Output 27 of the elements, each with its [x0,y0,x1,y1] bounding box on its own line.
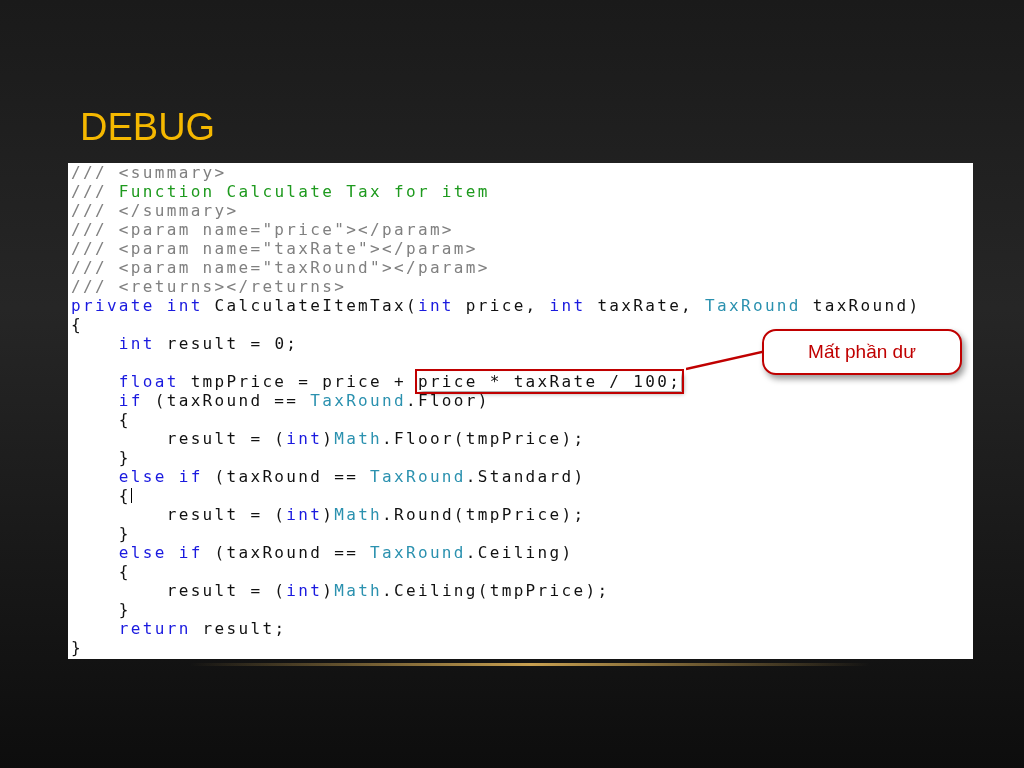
code-line: /// </summary> [71,201,239,220]
code-line: { [71,315,83,334]
code-line: } [117,524,131,543]
code-line: } [71,638,83,657]
code-line: else if (taxRound == TaxRound.Standard) [117,467,586,486]
callout-label: Mất phần dư [762,329,962,375]
code-line: int result = 0; [117,334,299,353]
code-line: else if (taxRound == TaxRound.Ceiling) [117,543,574,562]
code-line: } [117,600,131,619]
code-line: /// <param name="taxRate"></param> [71,239,478,258]
code-line: { [117,410,131,429]
code-line: float tmpPrice = price + price * taxRate / 100; [71,372,682,391]
code-line: } [117,448,131,467]
code-line: result = (int)Math.Round(tmpPrice); [165,505,586,524]
code-line: result = (int)Math.Ceiling(tmpPrice); [165,581,610,600]
code-line: if (taxRound == TaxRound.Floor) [117,391,490,410]
code-line: /// Function Calculate Tax for item [71,182,490,201]
code-line: /// <summary> [71,163,227,182]
code-line: /// <returns></returns> [71,277,347,296]
code-line: result = (int)Math.Floor(tmpPrice); [165,429,586,448]
code-line: { [117,562,131,581]
code-line: /// <param name="price"></param> [71,220,454,239]
code-line: /// <param name="taxRound"></param> [71,258,490,277]
code-line: { [117,486,133,505]
code-line: private int CalculateItemTax(int price, int taxRate, TaxRound taxRound) [71,296,921,315]
code-line: return result; [117,619,287,638]
slide-title: DEBUG [80,105,216,150]
